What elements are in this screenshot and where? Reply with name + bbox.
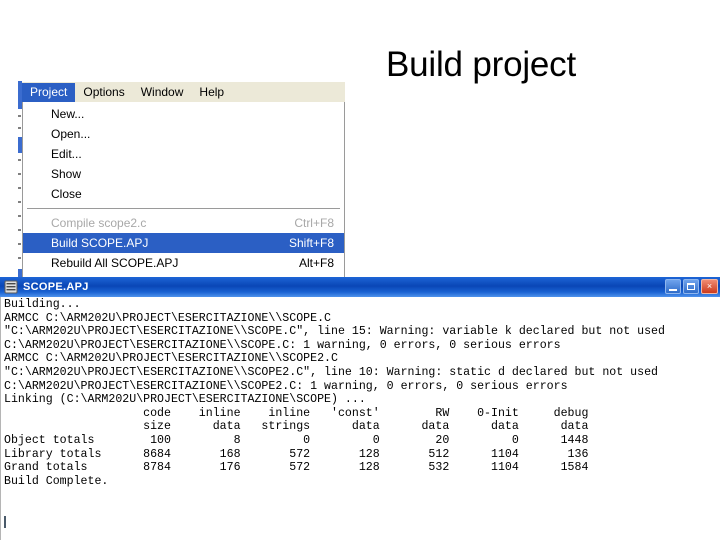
window-title-text: SCOPE.APJ — [23, 281, 89, 293]
console-output-area[interactable]: Building... ARMCC C:\ARM202U\PROJECT\ESE… — [0, 297, 720, 540]
menu-item-label: Compile scope2.c — [51, 216, 147, 230]
close-button[interactable]: × — [701, 279, 718, 294]
window-controls: × — [665, 279, 718, 294]
menubar-item-project[interactable]: Project — [22, 82, 76, 102]
page-title: Build project — [386, 45, 577, 84]
menu-item-label: New... — [51, 107, 85, 121]
menu-item-build[interactable]: Build SCOPE.APJ Shift+F8 — [23, 233, 344, 253]
menu-item-label: Rebuild All SCOPE.APJ — [51, 256, 179, 270]
text-caret — [4, 516, 6, 528]
menu-item-show[interactable]: Show — [23, 164, 344, 184]
menu-item-new[interactable]: New... — [23, 104, 344, 124]
build-log-text: Building... ARMCC C:\ARM202U\PROJECT\ESE… — [4, 298, 665, 488]
menu-item-close[interactable]: Close — [23, 184, 344, 204]
menu-item-label: Build SCOPE.APJ — [51, 236, 149, 250]
menu-item-compile: Compile scope2.c Ctrl+F8 — [23, 213, 344, 233]
project-menu-screenshot: Project Options Window Help New... Open.… — [18, 81, 345, 281]
menu-item-rebuild-all[interactable]: Rebuild All SCOPE.APJ Alt+F8 — [23, 253, 344, 273]
menu-item-shortcut: Shift+F8 — [288, 236, 334, 250]
menu-item-shortcut: Ctrl+F8 — [294, 216, 334, 230]
menu-item-shortcut: Alt+F8 — [298, 256, 334, 270]
menu-separator — [27, 208, 340, 209]
close-icon: × — [706, 281, 713, 291]
menubar-item-window[interactable]: Window — [133, 83, 192, 102]
application-window-icon — [4, 280, 18, 294]
minimize-button[interactable] — [665, 279, 681, 294]
menu-item-edit[interactable]: Edit... — [23, 144, 344, 164]
project-dropdown-menu: New... Open... Edit... Show Close Compil… — [22, 102, 345, 281]
menu-item-label: Show — [51, 167, 82, 181]
menu-item-label: Close — [51, 187, 82, 201]
window-title-bar[interactable]: SCOPE.APJ × — [0, 277, 720, 297]
menubar-item-help[interactable]: Help — [191, 83, 232, 102]
menu-bar: Project Options Window Help — [22, 81, 345, 102]
build-output-window: SCOPE.APJ × Building... ARMCC C:\ARM202U… — [0, 277, 720, 540]
menu-item-open[interactable]: Open... — [23, 124, 344, 144]
maximize-button[interactable] — [683, 279, 699, 294]
menu-item-label: Open... — [51, 127, 91, 141]
menu-item-label: Edit... — [51, 147, 82, 161]
menubar-item-options[interactable]: Options — [75, 83, 132, 102]
